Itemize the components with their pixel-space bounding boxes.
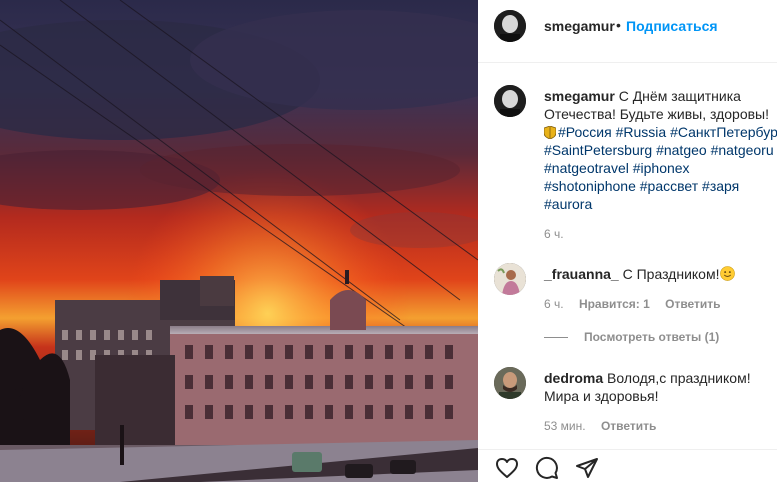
hashtag-link[interactable]: #Russia [616, 124, 667, 140]
smiley-emoji [719, 266, 735, 281]
caption-username[interactable]: smegamur [544, 88, 615, 104]
comment-text: dedroma Володя,с праздником! Мира и здор… [544, 369, 777, 405]
comment-meta: 6 ч. Нравится: 1 Ответить [544, 297, 733, 311]
post-actions-bar [478, 449, 777, 482]
comment-timestamp[interactable]: 6 ч. [544, 297, 564, 311]
comment-body-line-2: Мира и здоровья! [544, 388, 659, 404]
hashtag-link[interactable]: #natgeo [656, 142, 707, 158]
caption-text: smegamur С Днём защитника Отечества! Буд… [544, 87, 777, 213]
hashtag-link[interactable]: #shotoniphone [544, 178, 636, 194]
reply-button[interactable]: Ответить [601, 419, 656, 433]
follow-button[interactable]: Подписаться [626, 18, 718, 34]
caption-line-1: С Днём защитника [618, 88, 741, 104]
commenter-username[interactable]: _frauanna_ [544, 266, 619, 282]
comment-body-line-1: Володя,с праздником! [607, 370, 751, 386]
hashtag-link[interactable]: #Россия [558, 124, 612, 140]
commenter-avatar[interactable] [494, 263, 526, 295]
comment-text: _frauanna_ С Праздником! [544, 265, 777, 283]
caption-line-2: Отечества! Будьте живы, здоровы! [544, 106, 770, 122]
sunset-city-photo [0, 0, 478, 482]
share-icon[interactable] [575, 456, 599, 480]
reply-button[interactable]: Ответить [665, 297, 720, 311]
author-avatar[interactable] [494, 10, 526, 42]
heart-icon[interactable] [495, 456, 519, 480]
caption-avatar[interactable] [494, 85, 526, 117]
commenter-avatar[interactable] [494, 367, 526, 399]
hashtag-link[interactable]: #SaintPetersburg [544, 142, 652, 158]
hashtag-link[interactable]: #natgeotravel [544, 160, 629, 176]
shield-emoji [544, 126, 556, 139]
hashtag-link[interactable]: #рассвет [640, 178, 698, 194]
comment-timestamp[interactable]: 53 мин. [544, 419, 586, 433]
post-photo[interactable] [0, 0, 478, 482]
comment-body: С Праздником! [622, 266, 720, 282]
view-replies-button[interactable]: Посмотреть ответы (1) [544, 330, 719, 344]
caption-avatar-image [494, 85, 526, 117]
hashtag-link[interactable]: #СанктПетербург [670, 124, 777, 140]
hashtag-link[interactable]: #natgeoru [711, 142, 774, 158]
post-header: smegamur • Подписаться [478, 0, 777, 63]
hashtag-link[interactable]: #iphonex [633, 160, 690, 176]
author-avatar-image [494, 10, 526, 42]
comment-likes-count[interactable]: Нравится: 1 [579, 297, 650, 311]
comment-icon[interactable] [535, 456, 559, 480]
hashtag-link[interactable]: #заря [702, 178, 739, 194]
commenter-avatar-image [494, 263, 526, 295]
commenter-avatar-image [494, 367, 526, 399]
post-side-panel: smegamur • Подписаться smegamur С Днём з… [478, 0, 777, 482]
replies-divider-line [544, 337, 568, 339]
commenter-username[interactable]: dedroma [544, 370, 603, 386]
caption-timestamp[interactable]: 6 ч. [544, 227, 564, 241]
author-username[interactable]: smegamur [544, 18, 615, 34]
header-separator: • [616, 17, 621, 33]
hashtag-link[interactable]: #aurora [544, 196, 592, 212]
view-replies-label: Посмотреть ответы (1) [584, 330, 720, 344]
comment-meta: 53 мин. Ответить [544, 419, 668, 433]
